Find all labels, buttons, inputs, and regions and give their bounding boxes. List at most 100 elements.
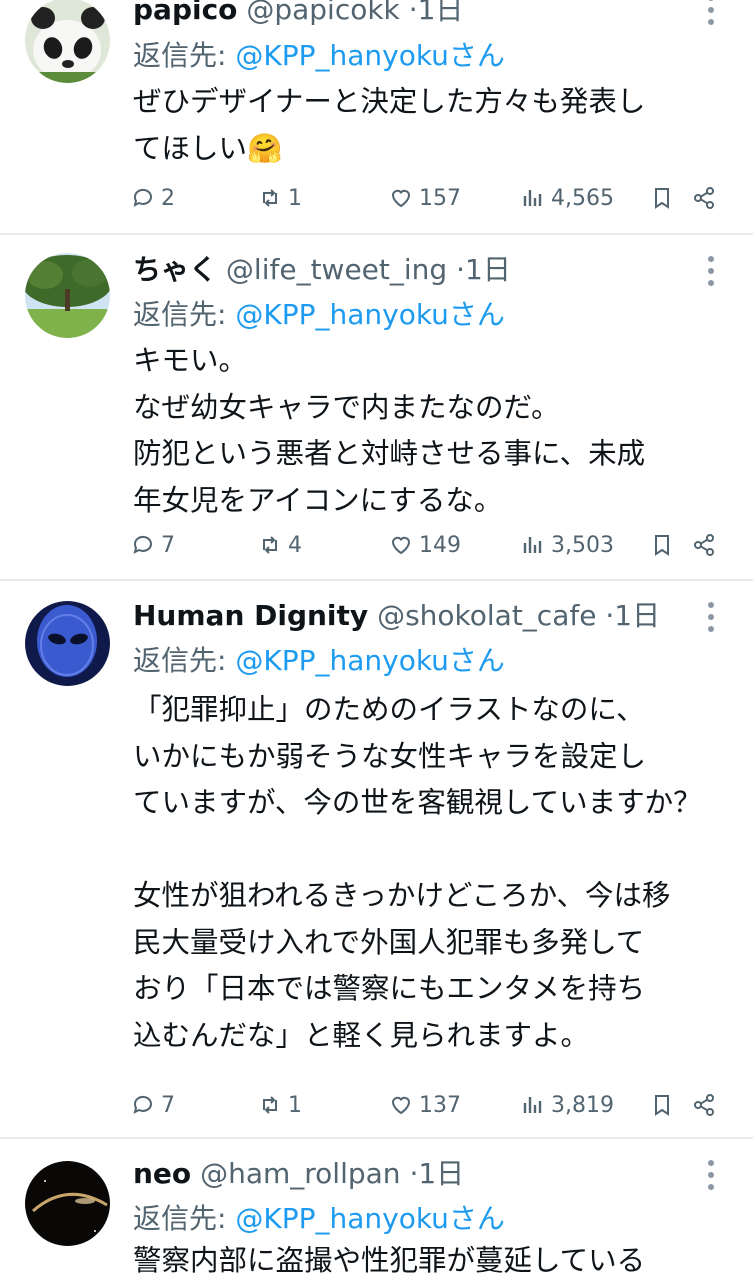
more-options-icon[interactable] [699,1155,723,1195]
more-options-icon[interactable] [699,251,723,291]
like-count: 137 [419,1092,461,1118]
reply-label: 返信先: [133,39,236,72]
views-button[interactable]: 3,819 [521,1085,614,1125]
display-name[interactable]: Human Dignity [133,599,368,632]
repost-count: 1 [288,1092,302,1118]
views-chart-icon [523,190,542,206]
user-handle[interactable]: @shokolat_cafe [377,599,596,632]
bookmark-button[interactable] [650,1085,674,1125]
space-avatar-icon [25,1161,110,1246]
reply-button[interactable]: 2 [131,178,175,218]
display-name[interactable]: neo [133,1157,191,1190]
reply-button[interactable]: 7 [131,525,175,565]
alien-avatar-icon [25,601,110,686]
like-button[interactable]: 149 [389,525,461,565]
bookmark-icon [655,1095,669,1116]
like-button[interactable]: 137 [389,1085,461,1125]
bookmark-button[interactable] [650,525,674,565]
reply-count: 7 [161,1092,175,1118]
heart-icon [391,1096,411,1115]
view-count: 3,819 [551,1092,614,1118]
tweet-text: キモい。 なぜ幼女キャラで内またなのだ。 防犯という悪者と対峙させる事に、未成 … [133,344,646,517]
reply-mention-link[interactable]: @KPP_hanyokuさん [235,39,505,72]
tweet-header: ちゃく @life_tweet_ing ·1日 [133,248,511,292]
repost-count: 1 [288,185,302,211]
reply-count: 2 [161,185,175,211]
tweet-text: ぜひデザイナーと決定した方々も発表し てほしい🤗 [133,85,646,165]
tweet-text: 「犯罪抑止」のためのイラストなのに、 いかにもか弱そうな女性キャラを設定し てい… [133,693,702,1052]
timestamp[interactable]: 1日 [418,0,464,26]
like-count: 149 [419,532,461,558]
bookmark-button[interactable] [650,178,674,218]
avatar[interactable] [25,1161,110,1246]
repost-icon [263,536,277,554]
reply-context: 返信先: @KPP_hanyokuさん [133,34,505,78]
reply-context: 返信先: @KPP_hanyokuさん [133,639,505,683]
reply-context: 返信先: @KPP_hanyokuさん [133,293,505,337]
reply-context: 返信先: @KPP_hanyokuさん [133,1197,505,1241]
separator-dot: · [408,0,418,26]
tweet-header: Human Dignity @shokolat_cafe ·1日 [133,594,660,638]
like-count: 157 [419,185,461,211]
repost-button[interactable]: 1 [258,178,302,218]
bookmark-icon [655,535,669,556]
avatar[interactable] [25,253,110,338]
timestamp[interactable]: 1日 [418,1157,464,1190]
reply-mention-link[interactable]: @KPP_hanyokuさん [235,1202,505,1235]
heart-icon [391,189,411,208]
user-handle[interactable]: @ham_rollpan [200,1157,400,1190]
separator-dot: · [409,1157,419,1190]
reply-count: 7 [161,532,175,558]
tweet-human-dignity[interactable]: Human Dignity @shokolat_cafe ·1日 返信先: @K… [0,581,753,1139]
timestamp[interactable]: 1日 [465,253,511,286]
action-bar: 7 4 149 3,503 [0,525,753,565]
reply-mention-link[interactable]: @KPP_hanyokuさん [235,644,505,677]
separator-dot: · [605,599,615,632]
views-chart-icon [523,537,542,553]
share-icon [694,1094,714,1116]
views-button[interactable]: 3,503 [521,525,614,565]
view-count: 4,565 [551,185,614,211]
repost-icon [263,1096,277,1114]
avatar[interactable] [25,0,110,83]
user-handle[interactable]: @papicokk [246,0,399,26]
display-name[interactable]: ちゃく [133,253,217,286]
reply-mention-link[interactable]: @KPP_hanyokuさん [235,298,505,331]
share-icon [694,187,714,209]
tweet-header: neo @ham_rollpan ·1日 [133,1152,464,1196]
share-button[interactable] [692,525,716,565]
views-button[interactable]: 4,565 [521,178,614,218]
user-handle[interactable]: @life_tweet_ing [226,253,447,286]
separator-dot: · [456,253,465,286]
timestamp[interactable]: 1日 [614,599,660,632]
reply-icon [133,535,152,554]
tweet-text: 警察内部に盗撮や性犯罪が蔓延している [133,1244,646,1277]
like-button[interactable]: 157 [389,178,461,218]
reply-label: 返信先: [133,644,236,677]
reply-button[interactable]: 7 [131,1085,175,1125]
avatar[interactable] [25,601,110,686]
tweet-papico[interactable]: papico @papicokk ·1日 返信先: @KPP_hanyokuさん… [0,0,753,235]
views-chart-icon [523,1097,542,1113]
view-count: 3,503 [551,532,614,558]
display-name[interactable]: papico [133,0,237,26]
reply-label: 返信先: [133,298,236,331]
reply-icon [133,188,152,207]
repost-button[interactable]: 4 [258,525,302,565]
more-options-icon[interactable] [699,597,723,637]
action-bar: 2 1 157 4,565 [0,178,753,218]
reply-label: 返信先: [133,1202,236,1235]
repost-count: 4 [288,532,302,558]
reply-icon [133,1095,152,1114]
repost-icon [263,189,277,207]
share-button[interactable] [692,1085,716,1125]
heart-icon [391,536,411,555]
bookmark-icon [655,188,669,209]
share-button[interactable] [692,178,716,218]
tweet-header: papico @papicokk ·1日 [133,0,463,32]
more-options-icon[interactable] [699,0,723,30]
repost-button[interactable]: 1 [258,1085,302,1125]
share-icon [694,534,714,556]
panda-avatar-icon [25,0,110,83]
tweet-chaku[interactable]: ちゃく @life_tweet_ing ·1日 返信先: @KPP_hanyok… [0,235,753,581]
